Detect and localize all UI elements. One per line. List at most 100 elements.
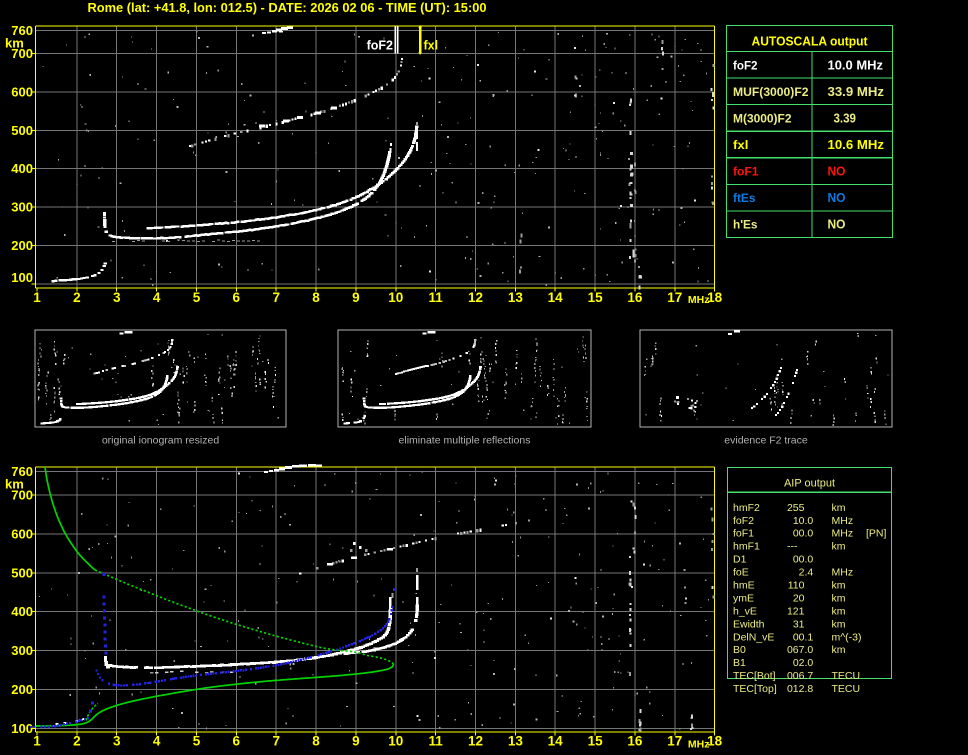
svg-text:700: 700 bbox=[11, 46, 33, 61]
svg-text:B1: B1 bbox=[733, 657, 746, 669]
svg-text:10.6 MHz: 10.6 MHz bbox=[828, 138, 885, 152]
svg-text:foE: foE bbox=[733, 567, 749, 579]
svg-text:km: km bbox=[832, 593, 846, 605]
svg-text:00: 00 bbox=[793, 554, 805, 566]
svg-text:NO: NO bbox=[828, 191, 846, 205]
svg-text:300: 300 bbox=[11, 643, 33, 658]
svg-text:ymE: ymE bbox=[733, 593, 754, 605]
svg-text:foF2: foF2 bbox=[367, 39, 393, 53]
svg-text:.0: .0 bbox=[805, 528, 814, 540]
svg-text:3.39: 3.39 bbox=[834, 111, 857, 125]
svg-text:.4: .4 bbox=[805, 567, 814, 579]
svg-text:2: 2 bbox=[73, 734, 81, 749]
svg-text:700: 700 bbox=[11, 488, 33, 503]
svg-text:17: 17 bbox=[667, 734, 682, 749]
svg-text:10: 10 bbox=[793, 515, 805, 527]
svg-text:foF1: foF1 bbox=[733, 165, 759, 179]
svg-text:02: 02 bbox=[793, 657, 805, 669]
svg-text:10.0 MHz: 10.0 MHz bbox=[828, 58, 884, 72]
svg-text:9: 9 bbox=[352, 734, 360, 749]
svg-text:hmF1: hmF1 bbox=[733, 541, 760, 553]
svg-text:h_vE: h_vE bbox=[733, 605, 757, 617]
svg-text:18: 18 bbox=[707, 734, 723, 749]
svg-text:TECU: TECU bbox=[832, 670, 861, 682]
svg-text:DelN_vE: DelN_vE bbox=[733, 631, 774, 643]
svg-text:13: 13 bbox=[508, 734, 524, 749]
svg-text:8: 8 bbox=[312, 734, 320, 749]
svg-text:TEC[Bot]: TEC[Bot] bbox=[733, 670, 776, 682]
svg-text:fxl: fxl bbox=[733, 138, 749, 152]
svg-text:TECU: TECU bbox=[832, 683, 861, 695]
svg-text:13: 13 bbox=[508, 290, 524, 305]
svg-text:11: 11 bbox=[428, 734, 443, 749]
svg-text:7: 7 bbox=[272, 734, 280, 749]
svg-text:m^(-3): m^(-3) bbox=[832, 631, 862, 643]
svg-text:012: 012 bbox=[787, 683, 805, 695]
svg-text:km: km bbox=[832, 502, 846, 514]
svg-text:MHz: MHz bbox=[688, 294, 710, 306]
svg-text:31: 31 bbox=[793, 618, 805, 630]
svg-text:.0: .0 bbox=[805, 644, 814, 656]
svg-text:AUTOSCALA output: AUTOSCALA output bbox=[752, 35, 869, 49]
svg-text:5: 5 bbox=[193, 734, 201, 749]
svg-text:evidence F2 trace: evidence F2 trace bbox=[724, 435, 808, 447]
svg-text:km: km bbox=[832, 618, 846, 630]
svg-text:006: 006 bbox=[787, 670, 805, 682]
svg-text:.0: .0 bbox=[805, 554, 814, 566]
svg-text:original ionogram resized: original ionogram resized bbox=[102, 435, 219, 447]
svg-text:00: 00 bbox=[793, 631, 805, 643]
svg-text:15: 15 bbox=[588, 734, 604, 749]
svg-text:16: 16 bbox=[627, 290, 643, 305]
svg-text:255: 255 bbox=[787, 502, 805, 514]
svg-text:km: km bbox=[832, 541, 846, 553]
svg-text:1: 1 bbox=[33, 290, 41, 305]
svg-text:8: 8 bbox=[312, 290, 320, 305]
svg-text:M(3000)F2: M(3000)F2 bbox=[733, 111, 792, 125]
svg-text:MHz: MHz bbox=[688, 739, 710, 751]
svg-text:[PN]: [PN] bbox=[866, 528, 887, 540]
svg-text:9: 9 bbox=[352, 290, 360, 305]
svg-text:Ewidth: Ewidth bbox=[733, 618, 765, 630]
svg-text:14: 14 bbox=[548, 290, 564, 305]
svg-text:TEC[Top]: TEC[Top] bbox=[733, 683, 777, 695]
svg-text:300: 300 bbox=[11, 200, 33, 215]
svg-text:.7: .7 bbox=[805, 670, 814, 682]
svg-text:500: 500 bbox=[11, 565, 33, 580]
svg-text:.8: .8 bbox=[805, 683, 814, 695]
svg-text:18: 18 bbox=[707, 290, 723, 305]
svg-text:---: --- bbox=[787, 541, 798, 553]
svg-text:15: 15 bbox=[588, 290, 604, 305]
svg-text:MUF(3000)F2: MUF(3000)F2 bbox=[733, 85, 809, 99]
svg-text:MHz: MHz bbox=[832, 515, 854, 527]
svg-text:NO: NO bbox=[828, 165, 846, 179]
svg-text:400: 400 bbox=[11, 604, 33, 619]
svg-text:16: 16 bbox=[627, 734, 643, 749]
svg-text:5: 5 bbox=[193, 290, 201, 305]
svg-text:100: 100 bbox=[11, 721, 33, 736]
svg-text:.0: .0 bbox=[805, 657, 814, 669]
svg-text:2: 2 bbox=[73, 290, 81, 305]
svg-text:foF2: foF2 bbox=[733, 515, 754, 527]
svg-text:17: 17 bbox=[667, 290, 682, 305]
svg-text:4: 4 bbox=[153, 734, 161, 749]
svg-text:7: 7 bbox=[272, 290, 280, 305]
svg-text:00: 00 bbox=[793, 528, 805, 540]
svg-text:200: 200 bbox=[11, 682, 33, 697]
svg-text:NO: NO bbox=[828, 218, 846, 232]
svg-text:33.9 MHz: 33.9 MHz bbox=[828, 85, 885, 99]
svg-text:km: km bbox=[832, 580, 846, 592]
svg-text:14: 14 bbox=[548, 734, 564, 749]
svg-text:hmF2: hmF2 bbox=[733, 502, 760, 514]
svg-text:100: 100 bbox=[11, 270, 33, 285]
svg-text:12: 12 bbox=[468, 290, 483, 305]
svg-text:km: km bbox=[832, 605, 846, 617]
svg-text:km: km bbox=[832, 644, 846, 656]
svg-text:200: 200 bbox=[11, 238, 33, 253]
svg-text:ftEs: ftEs bbox=[733, 191, 756, 205]
svg-text:eliminate multiple reflections: eliminate multiple reflections bbox=[399, 435, 531, 447]
svg-text:6: 6 bbox=[233, 734, 241, 749]
svg-text:12: 12 bbox=[468, 734, 483, 749]
svg-text:121: 121 bbox=[787, 605, 805, 617]
svg-text:AIP output: AIP output bbox=[784, 478, 835, 490]
svg-text:B0: B0 bbox=[733, 644, 746, 656]
